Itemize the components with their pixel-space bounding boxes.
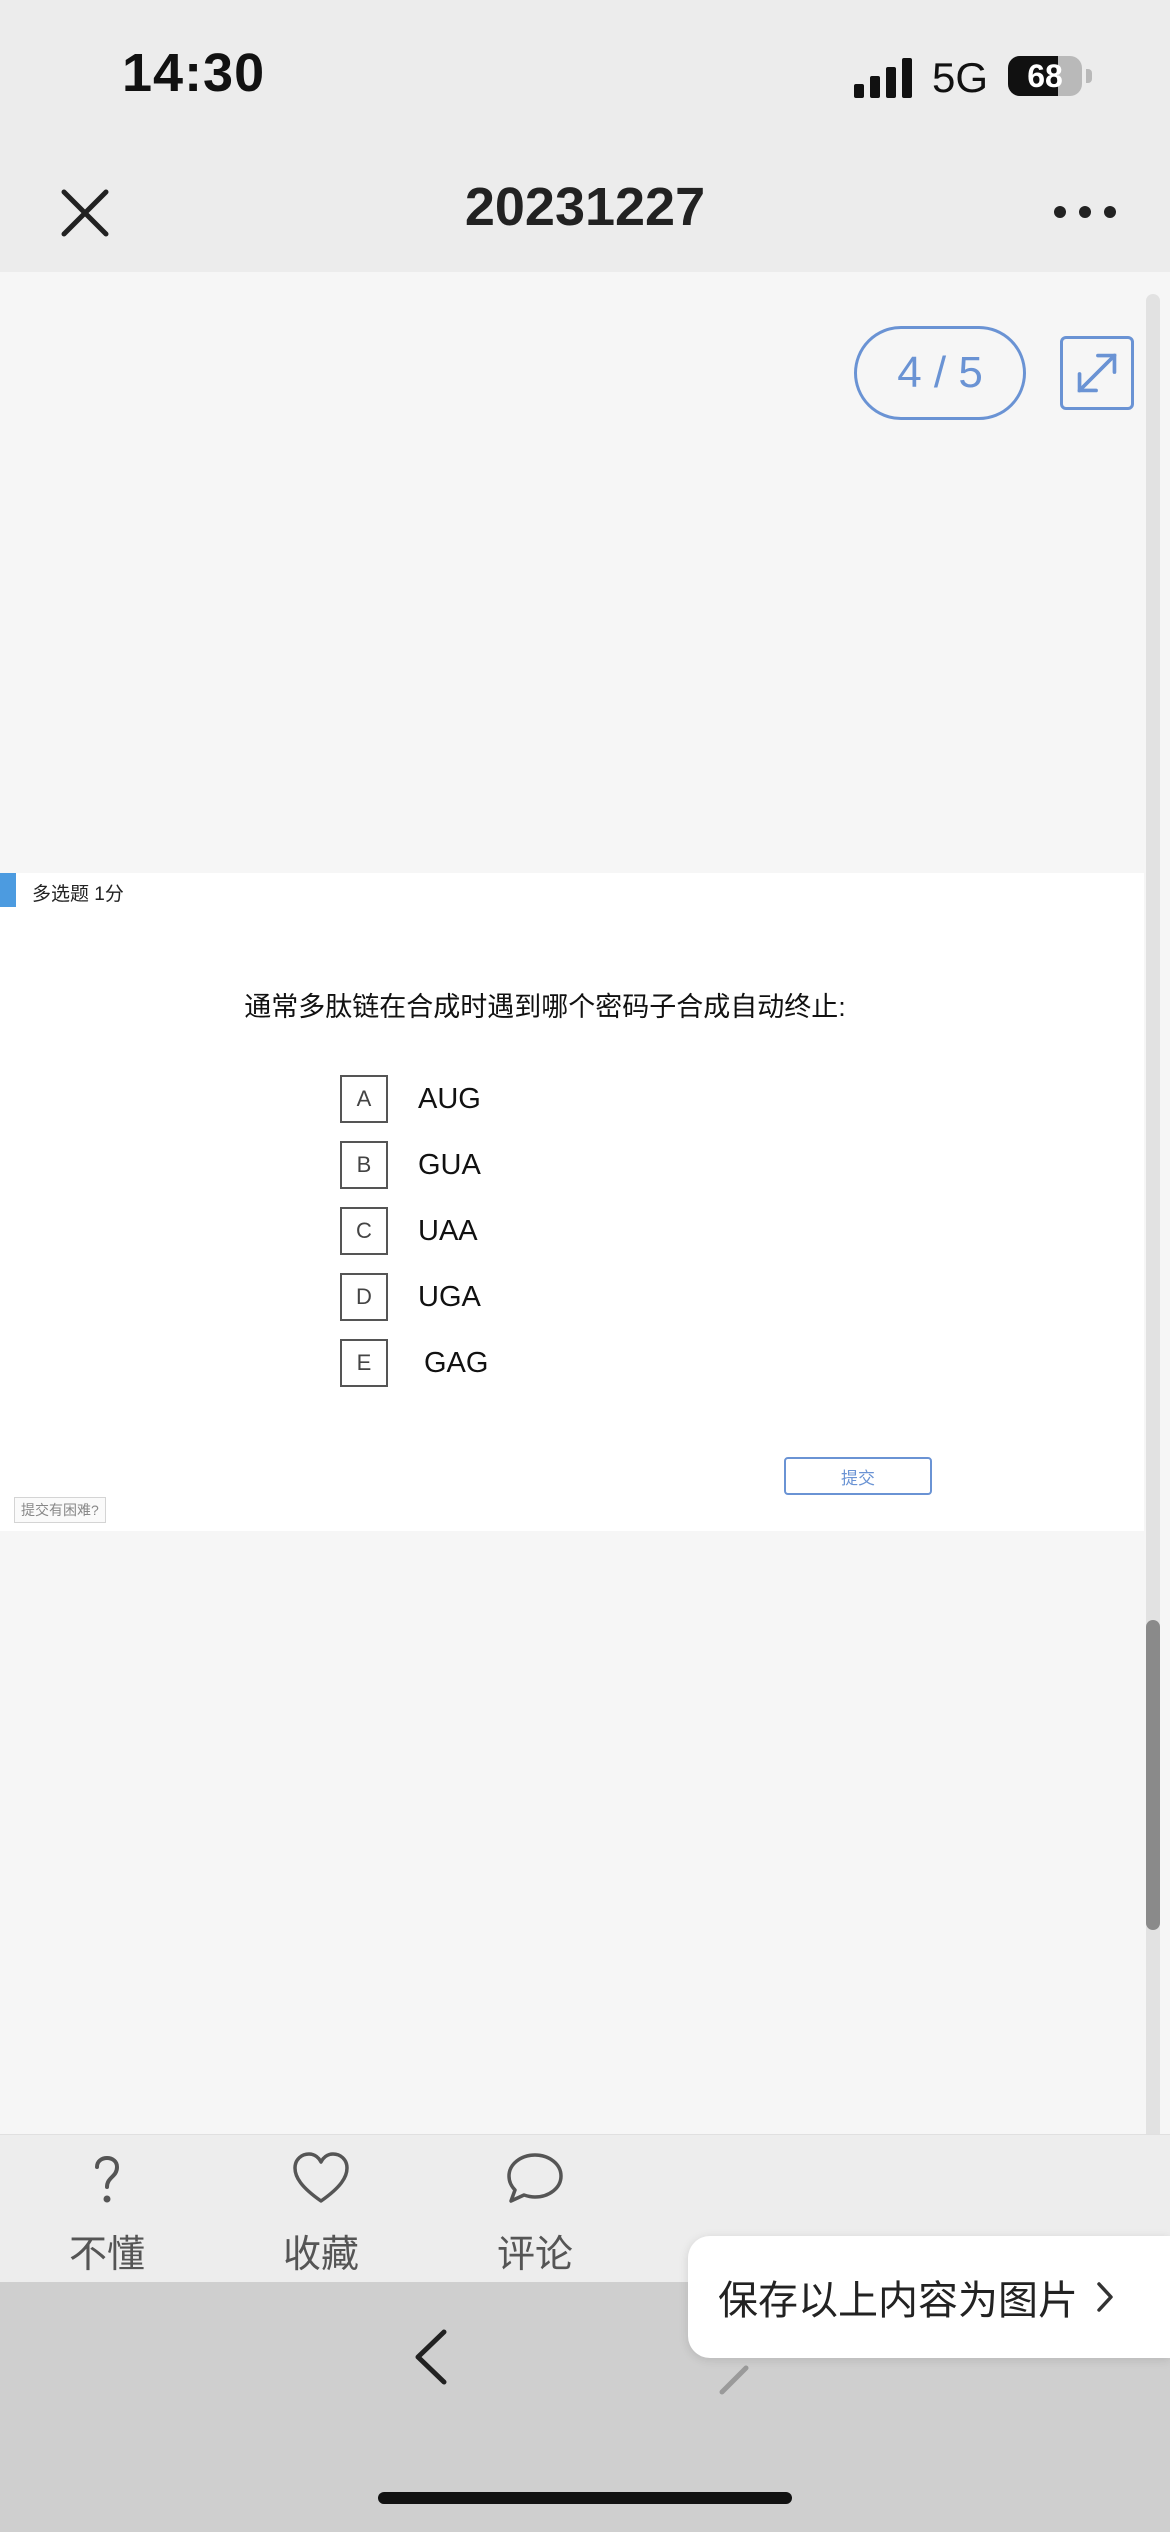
scrollbar-thumb[interactable] — [1146, 1620, 1160, 1930]
battery-level: 68 — [1027, 58, 1063, 94]
battery-icon: 68 — [1008, 56, 1092, 96]
action-label: 收藏 — [282, 2234, 359, 2276]
question-text: 通常多肽链在合成时遇到哪个密码子合成自动终止: — [244, 992, 846, 1022]
option-text: GUA — [418, 1149, 481, 1181]
scrollbar-track[interactable] — [1146, 294, 1160, 2234]
option-text: GAG — [424, 1347, 489, 1379]
action-label: 不懂 — [68, 2234, 145, 2276]
page-title: 20231227 — [464, 177, 706, 237]
signal-icon — [854, 58, 912, 98]
save-as-image-popup[interactable]: 保存以上内容为图片 — [688, 2236, 1170, 2358]
option-text: UAA — [418, 1215, 478, 1247]
action-favorite[interactable]: 收藏 — [261, 2149, 381, 2278]
status-time: 14:30 — [122, 43, 266, 103]
question-icon — [95, 2156, 120, 2203]
chevron-right-icon — [1097, 2282, 1113, 2312]
expand-icon[interactable] — [1060, 336, 1134, 410]
heart-icon — [293, 2152, 349, 2203]
option-checkbox[interactable]: E — [340, 1339, 388, 1387]
submit-help-link[interactable]: 提交有困难? — [14, 1497, 106, 1523]
submit-button[interactable]: 提交 — [784, 1457, 932, 1495]
more-icon[interactable] — [1050, 200, 1120, 224]
action-comment[interactable]: 评论 — [475, 2149, 595, 2278]
status-bar: 14:30 5G 68 — [0, 0, 1170, 150]
option-text: AUG — [418, 1083, 481, 1115]
back-arrow-icon[interactable] — [400, 2322, 460, 2392]
option-text: UGA — [418, 1281, 481, 1313]
nav-bar: 20231227 — [0, 150, 1170, 272]
forward-arrow-icon[interactable] — [716, 2358, 756, 2398]
option-checkbox[interactable]: B — [340, 1141, 388, 1189]
question-type-marker — [0, 873, 16, 907]
question-type-label: 多选题 1分 — [32, 884, 124, 905]
action-label: 评论 — [496, 2234, 573, 2276]
comment-icon — [507, 2153, 563, 2203]
option-checkbox[interactable]: C — [340, 1207, 388, 1255]
save-as-image-label: 保存以上内容为图片 — [718, 2279, 1078, 2323]
home-indicator — [378, 2492, 792, 2504]
option-checkbox[interactable]: D — [340, 1273, 388, 1321]
action-dont-understand[interactable]: 不懂 — [47, 2149, 167, 2278]
page-indicator: 4 / 5 — [854, 326, 1026, 420]
question-card: 多选题 1分 通常多肽链在合成时遇到哪个密码子合成自动终止: A AUG B G… — [0, 873, 1144, 1531]
option-checkbox[interactable]: A — [340, 1075, 388, 1123]
network-label: 5G — [932, 54, 989, 101]
